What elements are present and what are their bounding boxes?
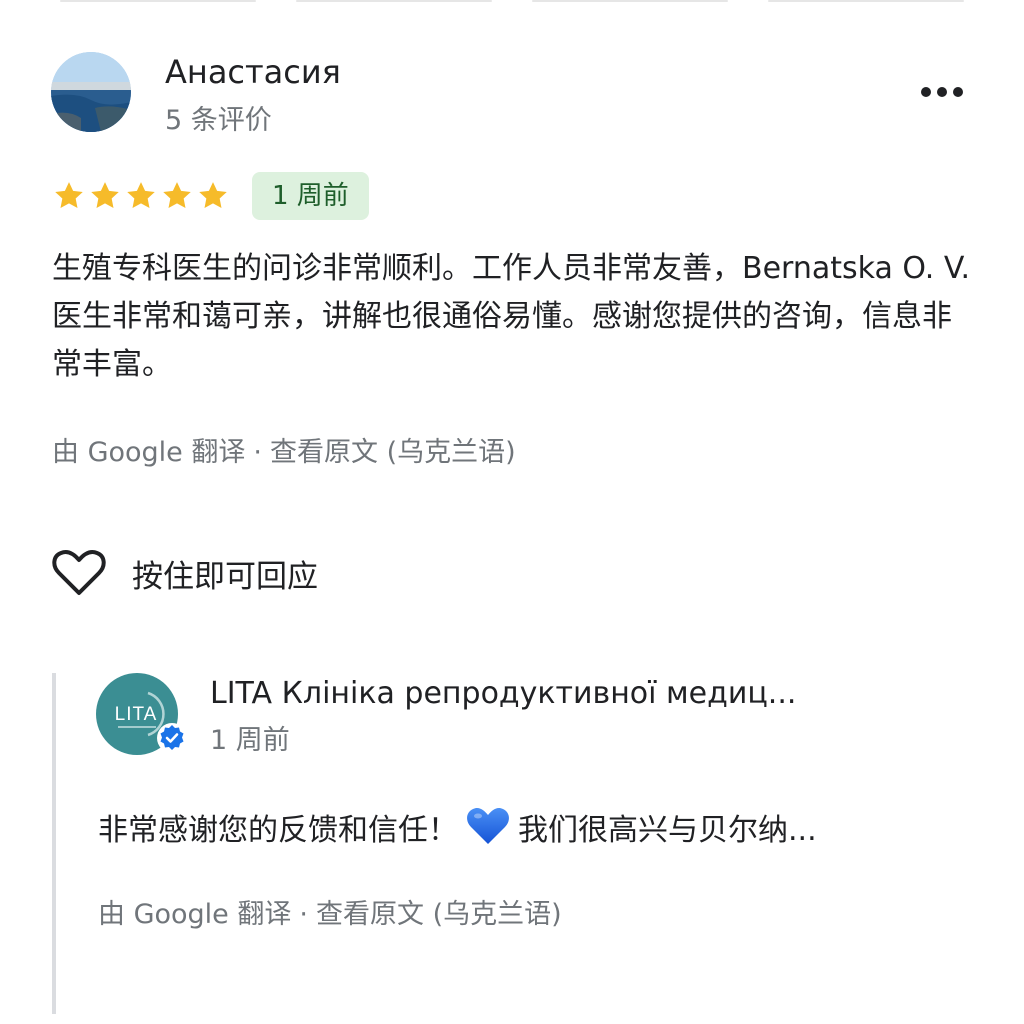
more-horizontal-icon-dot	[953, 87, 963, 97]
reply-translation-line: 由 Google 翻译 · 查看原文 (乌克兰语)	[98, 892, 562, 931]
review-time-badge: 1 周前	[252, 172, 369, 220]
reviewer-name[interactable]: Анастасия	[165, 53, 341, 91]
separator-dot: ·	[253, 437, 262, 468]
reply-text-part-1: 非常感谢您的反馈和信任！	[98, 813, 458, 848]
star-icon	[91, 182, 119, 209]
more-horizontal-icon	[921, 87, 931, 97]
reply-indent-rule	[52, 673, 56, 1014]
owner-name[interactable]: LITA Клініка репродуктивної медиц...	[210, 676, 870, 711]
owner-reply-time: 1 周前	[210, 725, 290, 756]
blue-heart-emoji	[466, 806, 510, 861]
owner-logo-text: LITA	[115, 704, 158, 725]
verified-check-icon	[156, 722, 188, 754]
star-icon	[163, 182, 191, 209]
star-rating	[52, 179, 230, 213]
like-label: 按住即可回应	[132, 558, 318, 595]
star-icon	[199, 182, 227, 209]
rating-row: 1 周前	[52, 172, 369, 220]
reviewer-avatar[interactable]	[51, 52, 131, 132]
more-horizontal-icon-dot	[937, 87, 947, 97]
review-translation-line: 由 Google 翻译 · 查看原文 (乌克兰语)	[52, 430, 516, 469]
previous-content-edge	[0, 0, 1024, 6]
translated-by-label: 由 Google 翻译	[52, 437, 246, 468]
review-text: 生殖专科医生的问诊非常顺利。工作人员非常友善，Bernatska O. V. 医…	[52, 251, 971, 382]
star-icon	[55, 182, 83, 209]
star-icon	[127, 182, 155, 209]
reviewer-review-count: 5 条评价	[165, 105, 272, 136]
like-button[interactable]: 按住即可回应	[52, 546, 318, 600]
reply-text-part-2: 我们很高兴与贝尔纳...	[518, 813, 817, 848]
view-original-link[interactable]: 查看原文 (乌克兰语)	[316, 899, 562, 930]
more-options-button[interactable]	[914, 72, 970, 112]
separator-dot: ·	[299, 899, 308, 930]
view-original-link[interactable]: 查看原文 (乌克兰语)	[270, 437, 516, 468]
heart-outline-icon	[52, 549, 106, 595]
owner-reply-text: 非常感谢您的反馈和信任！ 我们很高兴与贝尔纳...	[98, 806, 938, 861]
translated-by-label: 由 Google 翻译	[98, 899, 292, 930]
